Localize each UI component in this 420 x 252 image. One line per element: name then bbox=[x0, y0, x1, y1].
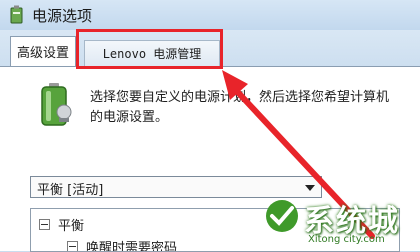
power-plan-select-value: 平衡 [活动] bbox=[37, 183, 104, 198]
window-title: 电源选项 bbox=[32, 7, 93, 25]
watermark-url: Xitong city.com bbox=[308, 234, 385, 245]
watermark-logo-icon bbox=[266, 200, 298, 232]
window-titlebar: 电源选项 bbox=[0, 0, 420, 30]
plan-description: 选择您要自定义的电源计划，然后选择您希望计算机 的电源设置。 bbox=[90, 88, 400, 128]
description-line-1: 选择您要自定义的电源计划，然后选择您希望计算机 bbox=[90, 90, 390, 105]
chevron-down-icon[interactable] bbox=[305, 185, 315, 191]
collapse-toggle-icon[interactable] bbox=[39, 219, 50, 230]
tab-advanced-settings[interactable]: 高级设置 bbox=[10, 36, 76, 66]
description-line-2: 的电源设置。 bbox=[90, 110, 169, 125]
battery-plan-icon bbox=[41, 83, 72, 126]
watermark: 系统城 Xitong city.com bbox=[262, 192, 420, 250]
tab-lenovo-power-management[interactable]: Lenovo 电源管理 bbox=[84, 40, 220, 66]
collapse-toggle-icon[interactable] bbox=[67, 241, 78, 251]
tree-item-balanced[interactable]: 平衡 bbox=[39, 215, 84, 234]
tree-item-label: 平衡 bbox=[58, 219, 85, 234]
power-options-icon bbox=[10, 5, 23, 24]
